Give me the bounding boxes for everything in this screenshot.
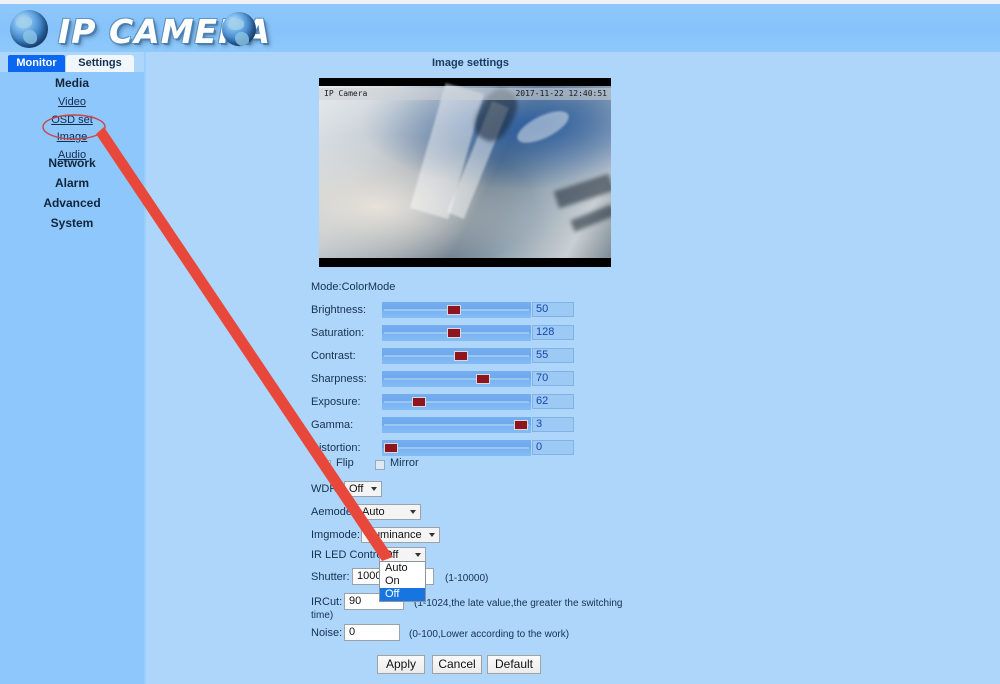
sidebar: Media Video OSD set Image Audio Network … [0, 72, 144, 684]
slider-track-contrast[interactable] [382, 348, 531, 364]
aemode-select-value: Auto [362, 506, 385, 518]
slider-track-gamma[interactable] [382, 417, 531, 433]
aemode-label: Aemode: [311, 506, 356, 518]
slider-thumb-brightness[interactable] [447, 305, 461, 315]
ip-camera-page: IP CAMERA Monitor Settings Media Video O… [0, 0, 1000, 684]
flip-checkbox[interactable] [321, 460, 331, 470]
tab-bar: Monitor Settings [0, 55, 146, 72]
slider-groove [384, 378, 529, 380]
osd-timestamp: 2017-11-22 12:40:51 [515, 89, 607, 98]
content-panel: Image settings IP Camera 2017-11-22 12:4… [146, 52, 1000, 684]
default-button[interactable]: Default [487, 655, 541, 674]
sidebar-group-media[interactable]: Media [0, 76, 144, 90]
imgmode-select[interactable]: Illuminance [361, 527, 440, 543]
noise-input[interactable]: 0 [344, 624, 400, 641]
sidebar-group-alarm[interactable]: Alarm [0, 176, 144, 190]
tab-settings[interactable]: Settings [66, 55, 134, 72]
slider-label-sharpness: Sharpness: [311, 373, 367, 385]
noise-label: Noise: [311, 627, 343, 639]
ir-led-control-label: IR LED Control: [311, 549, 389, 561]
slider-track-saturation[interactable] [382, 325, 531, 341]
slider-thumb-gamma[interactable] [514, 420, 528, 430]
slider-track-exposure[interactable] [382, 394, 531, 410]
slider-label-brightness: Brightness: [311, 304, 367, 316]
slider-groove [384, 401, 529, 403]
video-preview[interactable]: IP Camera 2017-11-22 12:40:51 [319, 78, 611, 267]
slider-row-saturation: Saturation: 128 [146, 325, 606, 343]
wdr-label: WDR: [311, 483, 341, 495]
chevron-down-icon [415, 553, 421, 557]
video-frame [319, 83, 611, 258]
chevron-down-icon [410, 510, 416, 514]
slider-value-saturation[interactable]: 128 [532, 325, 574, 340]
slider-value-exposure[interactable]: 62 [532, 394, 574, 409]
slider-row-contrast: Contrast: 55 [146, 348, 606, 366]
slider-groove [384, 447, 529, 449]
slider-label-gamma: Gamma: [311, 419, 354, 431]
sidebar-group-system[interactable]: System [0, 216, 144, 230]
globe-icon [222, 12, 256, 46]
shutter-label: Shutter: [311, 571, 350, 583]
page-title: Image settings [432, 57, 510, 69]
slider-track-sharpness[interactable] [382, 371, 531, 387]
aemode-select[interactable]: Auto [357, 504, 421, 520]
imgmode-label: Imgmode: [311, 529, 360, 541]
ircut-hint-line2: time) [311, 610, 334, 621]
wdr-select-value: Off [349, 483, 364, 495]
slider-label-exposure: Exposure: [311, 396, 361, 408]
flip-label: Flip [336, 457, 354, 469]
slider-row-distortion: Distortion: 0 [146, 440, 606, 458]
slider-value-brightness[interactable]: 50 [532, 302, 574, 317]
slider-label-distortion: Distortion: [311, 442, 361, 454]
mirror-label: Mirror [390, 457, 419, 469]
globe-icon [10, 10, 48, 48]
slider-label-saturation: Saturation: [311, 327, 365, 339]
sidebar-item-osd-set[interactable]: OSD set [0, 114, 144, 126]
slider-thumb-contrast[interactable] [454, 351, 468, 361]
ircut-hint: (1-1024,the late value,the greater the s… [414, 598, 623, 609]
slider-row-exposure: Exposure: 62 [146, 394, 606, 412]
slider-value-distortion[interactable]: 0 [532, 440, 574, 455]
noise-hint: (0-100,Lower according to the work) [409, 629, 570, 640]
ircut-label: IRCut: [311, 596, 343, 608]
dropdown-option-off[interactable]: Off [380, 588, 425, 601]
slider-thumb-exposure[interactable] [412, 397, 426, 407]
slider-track-distortion[interactable] [382, 440, 531, 456]
wdr-select[interactable]: Off [344, 481, 382, 497]
tab-monitor[interactable]: Monitor [8, 55, 65, 72]
osd-camera-name: IP Camera [324, 89, 368, 98]
imgmode-select-value: Illuminance [366, 529, 422, 541]
dropdown-option-auto[interactable]: Auto [380, 562, 425, 575]
slider-value-contrast[interactable]: 55 [532, 348, 574, 363]
slider-row-gamma: Gamma: 3 [146, 417, 606, 435]
sidebar-group-network[interactable]: Network [0, 156, 144, 170]
page-header: IP CAMERA [0, 4, 1000, 52]
sidebar-group-advanced[interactable]: Advanced [0, 196, 144, 210]
slider-thumb-saturation[interactable] [447, 328, 461, 338]
shutter-hint: (1-10000) [445, 573, 489, 584]
slider-track-brightness[interactable] [382, 302, 531, 318]
slider-thumb-distortion[interactable] [384, 443, 398, 453]
slider-value-gamma[interactable]: 3 [532, 417, 574, 432]
slider-label-contrast: Contrast: [311, 350, 356, 362]
sidebar-item-image[interactable]: Image [0, 131, 144, 143]
mirror-checkbox[interactable] [375, 460, 385, 470]
cancel-button[interactable]: Cancel [432, 655, 482, 674]
slider-value-sharpness[interactable]: 70 [532, 371, 574, 386]
ir-led-control-dropdown[interactable]: Auto On Off [379, 561, 426, 602]
sidebar-item-video[interactable]: Video [0, 96, 144, 108]
chevron-down-icon [429, 533, 435, 537]
color-mode-label: Mode:ColorMode [311, 281, 396, 293]
slider-row-brightness: Brightness: 50 [146, 302, 606, 320]
dropdown-option-on[interactable]: On [380, 575, 425, 588]
slider-groove [384, 424, 529, 426]
apply-button[interactable]: Apply [377, 655, 425, 674]
slider-thumb-sharpness[interactable] [476, 374, 490, 384]
slider-row-sharpness: Sharpness: 70 [146, 371, 606, 389]
ir-led-control-value: Off [384, 549, 399, 561]
chevron-down-icon [371, 487, 377, 491]
